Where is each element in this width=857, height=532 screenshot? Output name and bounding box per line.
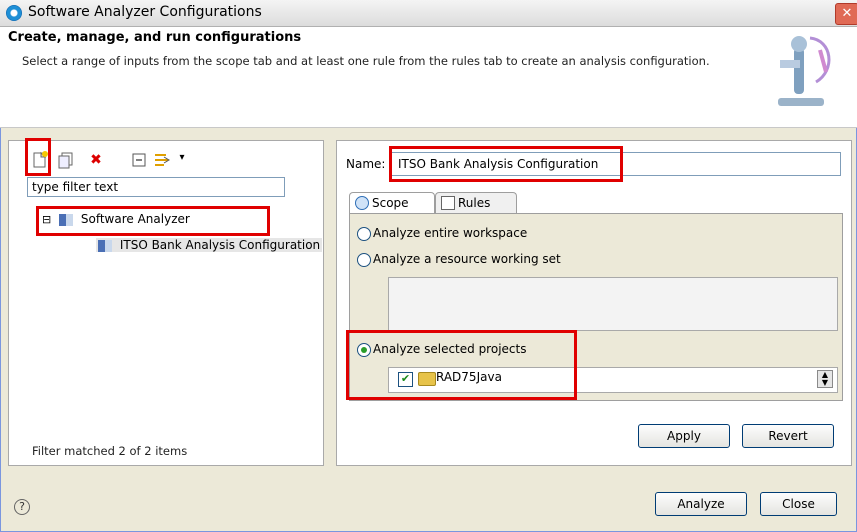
tab-label: Scope (372, 196, 409, 210)
software-analyzer-icon (59, 213, 74, 226)
tree-item-label: Software Analyzer (80, 212, 190, 226)
filter-dropdown-icon[interactable]: ▾ (172, 148, 192, 168)
new-configuration-icon[interactable] (30, 150, 50, 170)
revert-button[interactable]: Revert (742, 424, 834, 448)
rules-icon (441, 196, 455, 210)
collapse-toggle-icon[interactable]: ⊟ (42, 213, 51, 226)
apply-button[interactable]: Apply (638, 424, 730, 448)
project-checkbox[interactable]: ✔ (398, 372, 413, 387)
configuration-icon (98, 239, 112, 252)
tree-item-software-analyzer[interactable]: ⊟ Software Analyzer (42, 212, 190, 226)
header-description: Select a range of inputs from the scope … (22, 54, 710, 68)
microscope-icon (778, 36, 831, 106)
analyze-working-set-radio[interactable] (357, 253, 371, 267)
window-title: Software Analyzer Configurations (28, 4, 262, 20)
configuration-name-input[interactable]: ITSO Bank Analysis Configuration (391, 152, 841, 176)
tree-item-itso-config[interactable]: ITSO Bank Analysis Configuration (96, 238, 323, 252)
collapse-all-icon[interactable] (130, 150, 150, 170)
delete-icon[interactable]: ✖ (86, 150, 106, 170)
filter-input[interactable]: type filter text (27, 177, 285, 197)
analyze-projects-radio[interactable] (357, 343, 371, 357)
analyze-projects-label: Analyze selected projects (373, 342, 527, 356)
close-button[interactable]: Close (760, 492, 837, 516)
scroll-spinner-icon[interactable]: ▲ ▼ (817, 370, 833, 388)
folder-icon (418, 372, 436, 386)
header-title: Create, manage, and run configurations (8, 30, 302, 45)
tree-item-label: ITSO Bank Analysis Configuration (119, 238, 321, 252)
filter-icon[interactable] (152, 150, 172, 170)
scope-icon (355, 196, 369, 210)
analyze-workspace-label: Analyze entire workspace (373, 226, 528, 240)
title-bar: Software Analyzer Configurations ✕ (0, 0, 857, 27)
analyze-workspace-radio[interactable] (357, 227, 371, 241)
duplicate-icon[interactable] (56, 150, 76, 170)
tab-scope[interactable]: Scope (349, 192, 435, 213)
filter-status-text: Filter matched 2 of 2 items (32, 444, 188, 458)
tab-label: Rules (458, 196, 491, 210)
name-label: Name: (346, 157, 386, 171)
project-name: RAD75Java (436, 370, 502, 384)
app-icon (6, 5, 22, 21)
tab-rules[interactable]: Rules (435, 192, 517, 213)
analyze-working-set-label: Analyze a resource working set (373, 252, 561, 266)
help-icon[interactable]: ? (14, 499, 30, 515)
close-window-button[interactable]: ✕ (835, 3, 857, 25)
working-set-list[interactable] (388, 277, 838, 331)
analyze-button[interactable]: Analyze (655, 492, 747, 516)
